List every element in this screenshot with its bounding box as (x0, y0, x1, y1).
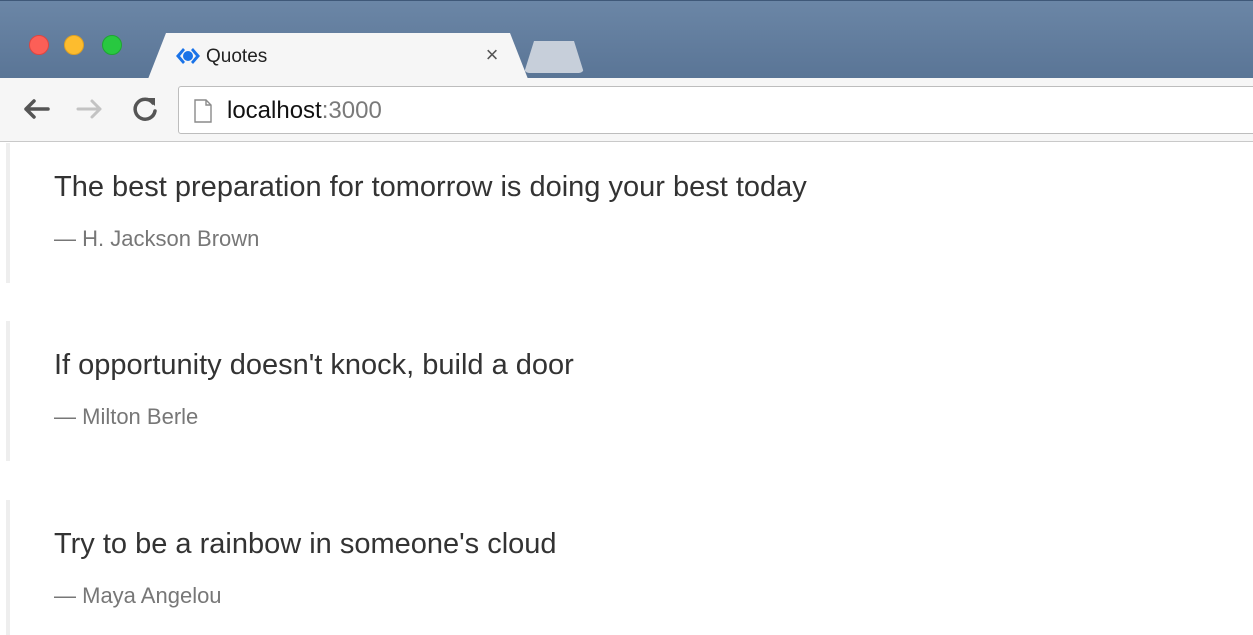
quote-author: — Maya Angelou (54, 583, 222, 608)
quote-author: — Milton Berle (54, 404, 199, 429)
react-logo-icon (176, 48, 200, 64)
page-content: The best preparation for tomorrow is doi… (0, 143, 1253, 635)
maximize-window-button[interactable] (102, 35, 122, 55)
minimize-window-button[interactable] (64, 35, 84, 55)
forward-arrow-icon[interactable] (72, 92, 106, 126)
quote-text: The best preparation for tomorrow is doi… (54, 171, 807, 203)
quote-card: The best preparation for tomorrow is doi… (6, 143, 1206, 283)
quote-author: — H. Jackson Brown (54, 226, 260, 251)
quote-text: If opportunity doesn't knock, build a do… (54, 349, 574, 381)
tab-title: Quotes (206, 46, 268, 67)
reload-icon[interactable] (128, 92, 162, 126)
quote-card: If opportunity doesn't knock, build a do… (6, 321, 1206, 461)
back-arrow-icon[interactable] (20, 92, 54, 126)
new-tab-button[interactable] (524, 41, 584, 73)
browser-titlebar: Quotes × (0, 0, 1253, 79)
address-url[interactable]: localhost:3000 (227, 97, 382, 125)
browser-toolbar: localhost:3000 (0, 78, 1253, 142)
browser-tab-quotes[interactable]: Quotes × (148, 33, 528, 79)
quote-text: Try to be a rainbow in someone's cloud (54, 528, 557, 560)
address-bar[interactable]: localhost:3000 (178, 86, 1253, 134)
tab-close-icon[interactable]: × (482, 43, 502, 67)
quote-card: Try to be a rainbow in someone's cloud —… (6, 500, 1206, 635)
close-window-button[interactable] (29, 35, 49, 55)
page-icon (194, 99, 212, 123)
url-port: :3000 (321, 97, 382, 124)
url-host: localhost (227, 97, 322, 124)
